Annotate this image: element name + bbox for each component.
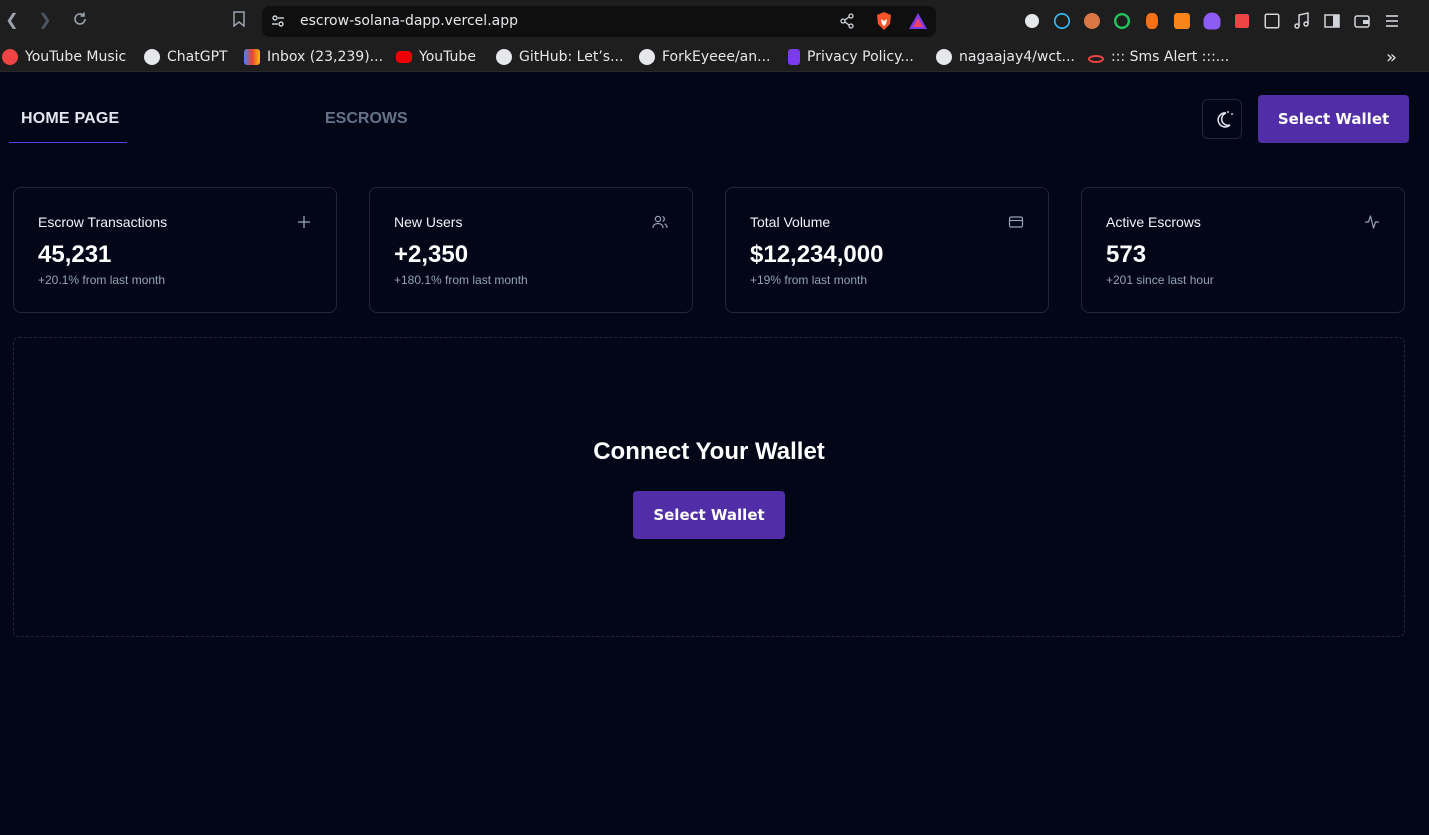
card-subtext: +201 since last hour — [1106, 273, 1214, 287]
activity-icon — [1365, 215, 1379, 229]
bookmark-label: Privacy Policy... — [807, 49, 914, 65]
moon-sun-icon — [1217, 111, 1233, 128]
reload-icon[interactable] — [70, 11, 90, 31]
share-icon[interactable] — [839, 13, 857, 31]
bookmark-gmail[interactable]: Inbox (23,239)... — [244, 47, 383, 67]
card-value: +2,350 — [394, 241, 469, 268]
brave-shields-icon[interactable] — [874, 11, 892, 30]
metamask-icon[interactable] — [1174, 13, 1190, 29]
bookmark-label: ForkEyeee/an... — [662, 49, 771, 65]
sms-alert-icon — [1088, 55, 1104, 63]
stat-card-escrow-transactions: Escrow Transactions 45,231 +20.1% from l… — [13, 187, 337, 313]
card-value: $12,234,000 — [750, 241, 884, 268]
card-subtext: +19% from last month — [750, 273, 868, 287]
bookmark-label: nagaajay4/wct... — [959, 49, 1075, 65]
chatgpt-icon — [144, 49, 160, 65]
address-bar[interactable]: escrow-solana-dapp.vercel.app — [262, 6, 936, 37]
extensions-bar — [1022, 11, 1402, 33]
tab-home-label: HOME PAGE — [21, 110, 120, 127]
bookmark-label: ChatGPT — [167, 49, 228, 65]
react-devtools-icon[interactable] — [1054, 13, 1070, 29]
bookmark-label: YouTube — [419, 49, 476, 65]
connect-wallet-title: Connect Your Wallet — [593, 438, 825, 465]
cookie-icon[interactable] — [1084, 13, 1100, 29]
plus-icon — [298, 216, 310, 228]
bookmark-youtube-music[interactable]: YouTube Music — [2, 47, 126, 67]
extensions-puzzle-icon[interactable] — [1264, 13, 1280, 29]
wallet-icon[interactable] — [1352, 11, 1372, 31]
bookmark-label: ::: Sms Alert :::... — [1111, 49, 1230, 65]
card-value: 45,231 — [38, 241, 112, 268]
more-bookmarks-button[interactable]: » — [1386, 46, 1398, 68]
github-icon — [496, 49, 512, 65]
github-icon — [639, 49, 655, 65]
bookmark-github-lets[interactable]: GitHub: Let’s... — [496, 47, 623, 67]
forward-icon[interactable]: ❯ — [35, 11, 55, 31]
bookmark-youtube[interactable]: YouTube — [396, 47, 476, 67]
card-title: Active Escrows — [1106, 214, 1201, 230]
extension-1-icon[interactable] — [1025, 14, 1039, 28]
more-bookmarks-label: » — [1386, 46, 1398, 68]
privacy-icon — [788, 49, 800, 65]
card-title: Escrow Transactions — [38, 214, 168, 230]
stat-card-new-users: New Users +2,350 +180.1% from last month — [369, 187, 693, 313]
extension-green-icon[interactable] — [1114, 13, 1130, 29]
credit-card-icon — [1008, 216, 1024, 228]
extension-orange-icon[interactable] — [1146, 13, 1158, 29]
bookmark-chatgpt[interactable]: ChatGPT — [144, 47, 228, 67]
lock-extension-icon[interactable] — [1235, 14, 1249, 28]
card-value: 573 — [1106, 241, 1147, 268]
brave-rewards-icon[interactable] — [908, 12, 927, 30]
sidebar-icon[interactable] — [1322, 11, 1342, 31]
gmail-icon — [244, 49, 260, 65]
url-text[interactable]: escrow-solana-dapp.vercel.app — [300, 13, 518, 29]
bookmark-forkeyeee[interactable]: ForkEyeee/an... — [639, 47, 770, 67]
select-wallet-button-main[interactable]: Select Wallet — [633, 491, 785, 539]
site-settings-icon[interactable] — [270, 13, 288, 31]
card-title: New Users — [394, 214, 463, 230]
card-subtext: +180.1% from last month — [394, 273, 528, 287]
tab-escrows[interactable]: ESCROWS — [325, 110, 408, 128]
browser-toolbar: ❮ ❯ escrow-solana-dapp.vercel.app — [0, 0, 1429, 42]
users-icon — [652, 215, 668, 229]
tab-home-page[interactable]: HOME PAGE — [9, 95, 127, 143]
back-icon[interactable]: ❮ — [2, 11, 22, 31]
stat-card-total-volume: Total Volume $12,234,000 +19% from last … — [725, 187, 1049, 313]
bookmark-icon[interactable] — [229, 11, 249, 31]
bookmarks-bar: YouTube Music ChatGPT Inbox (23,239)... … — [0, 42, 1429, 72]
bookmark-label: YouTube Music — [25, 49, 127, 65]
bookmark-label: GitHub: Let’s... — [519, 49, 624, 65]
connect-wallet-panel: Connect Your Wallet Select Wallet — [13, 337, 1405, 637]
media-icon[interactable] — [1292, 11, 1312, 31]
github-icon — [936, 49, 952, 65]
bookmark-sms-alert[interactable]: ::: Sms Alert :::... — [1088, 47, 1229, 67]
phantom-icon[interactable] — [1203, 12, 1221, 30]
bookmark-label: Inbox (23,239)... — [267, 49, 384, 65]
youtube-icon — [396, 51, 412, 63]
card-subtext: +20.1% from last month — [38, 273, 166, 287]
youtube-music-icon — [2, 49, 18, 65]
theme-toggle-button[interactable] — [1202, 99, 1242, 139]
card-title: Total Volume — [750, 214, 831, 230]
menu-icon[interactable] — [1382, 11, 1402, 31]
bookmark-nagaajay4[interactable]: nagaajay4/wct... — [936, 47, 1075, 67]
select-wallet-button[interactable]: Select Wallet — [1258, 95, 1409, 143]
stat-card-active-escrows: Active Escrows 573 +201 since last hour — [1081, 187, 1405, 313]
bookmark-privacy-policy[interactable]: Privacy Policy... — [788, 47, 914, 67]
